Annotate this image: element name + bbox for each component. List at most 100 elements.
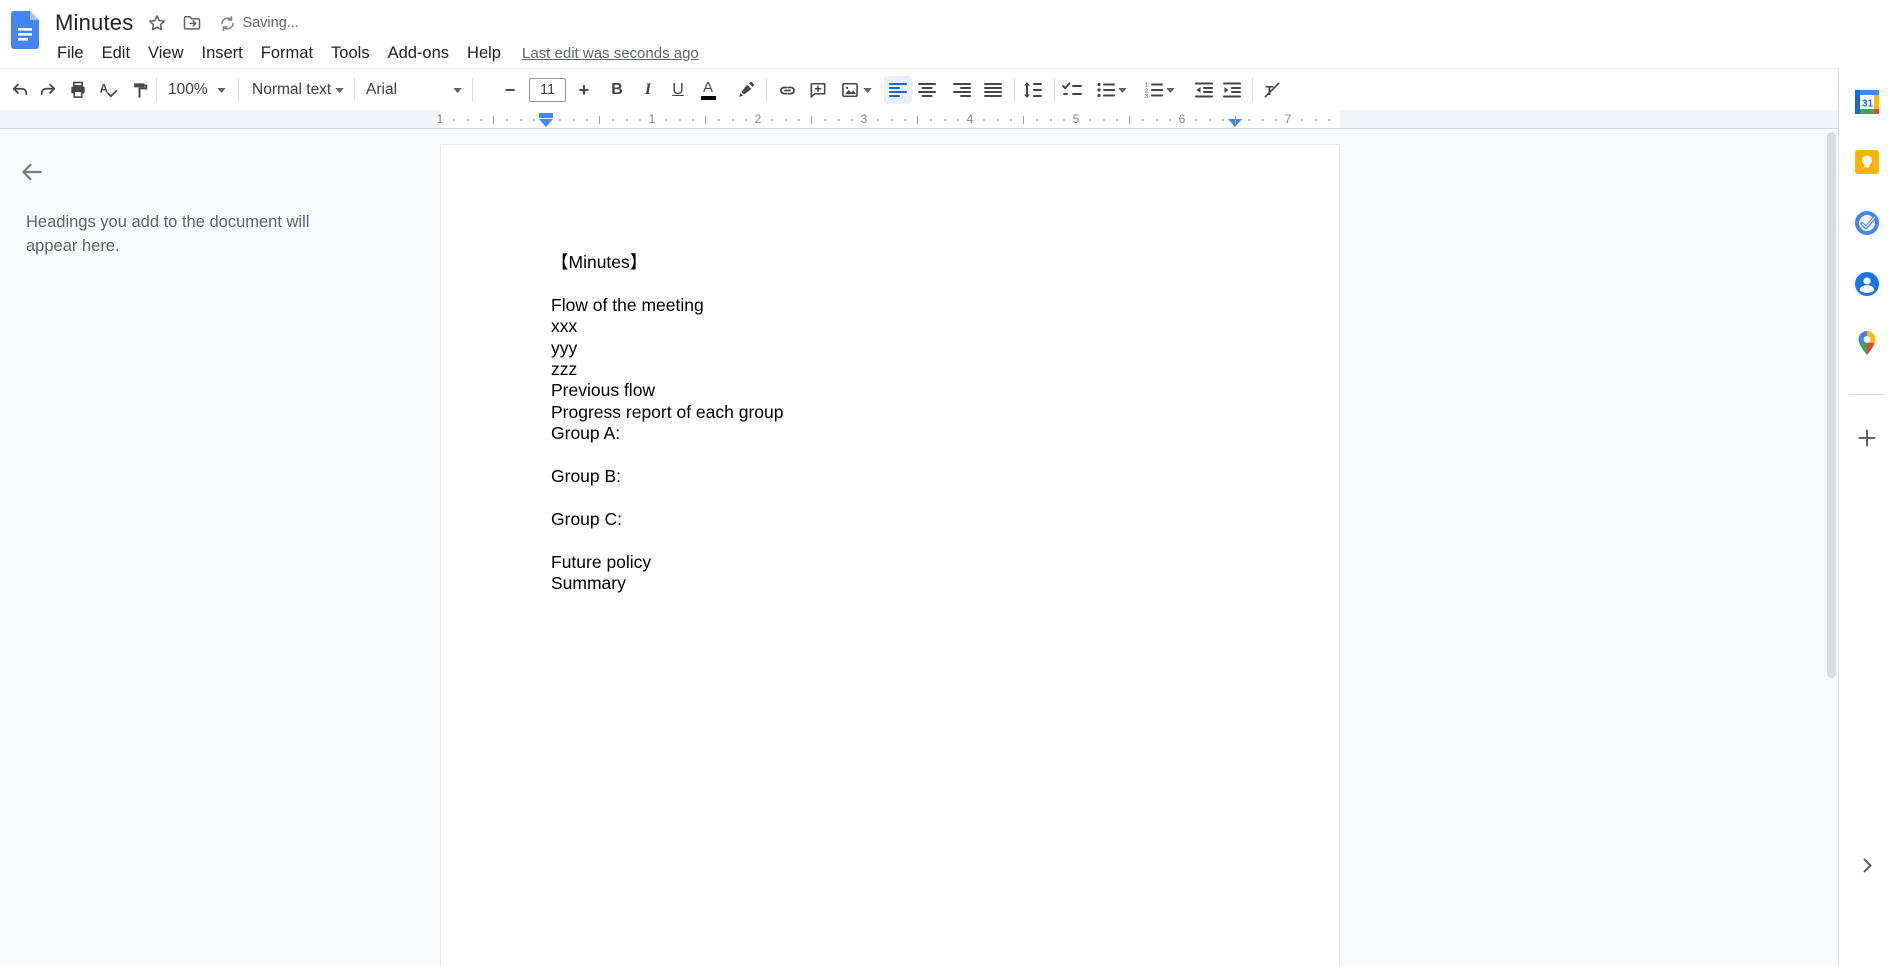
separator (1014, 78, 1015, 102)
ruler-tick (903, 119, 906, 121)
decrease-indent-button[interactable] (1190, 76, 1218, 104)
close-outline-button[interactable] (16, 156, 48, 188)
paint-format-button[interactable] (126, 76, 154, 104)
ruler-number: 5 (1072, 112, 1080, 126)
doc-line: Previous flow (551, 380, 656, 401)
doc-line: Progress report of each group (551, 401, 784, 422)
bulleted-list-button[interactable] (1092, 76, 1132, 104)
google-calendar-icon[interactable]: 31 (1854, 89, 1880, 115)
text-color-button[interactable]: A (694, 76, 722, 104)
ruler-tick (625, 119, 628, 121)
doc-line: Future policy (551, 551, 652, 572)
ruler-number: 4 (966, 112, 974, 126)
ruler-tick (811, 116, 812, 124)
menu-tools[interactable]: Tools (322, 41, 379, 66)
ruler-tick (493, 116, 494, 124)
document-title[interactable]: Minutes (55, 10, 133, 36)
font-size-input[interactable]: 11 (529, 78, 566, 102)
ruler-tick (1129, 116, 1130, 124)
bold-button[interactable]: B (603, 76, 631, 104)
ruler-tick (479, 119, 482, 121)
ruler-tick (519, 119, 522, 121)
doc-line: yyy (551, 337, 578, 358)
doc-line: xxx (551, 316, 578, 337)
ruler-tick (1155, 119, 1158, 121)
paragraph-style-select[interactable]: Normal text (246, 76, 350, 104)
ruler-tick (943, 119, 946, 121)
move-folder-icon[interactable] (181, 12, 203, 34)
menu-edit[interactable]: Edit (93, 41, 139, 66)
ruler-tick (1221, 119, 1224, 121)
menu-view[interactable]: View (139, 41, 192, 66)
document-scrollbar[interactable] (1827, 132, 1836, 678)
first-line-indent-marker[interactable] (539, 113, 553, 118)
last-edit-link[interactable]: Last edit was seconds ago (522, 45, 699, 62)
get-addons-button[interactable] (1854, 425, 1880, 451)
add-comment-button[interactable] (804, 76, 832, 104)
title-row: Minutes Saving... (55, 6, 299, 40)
google-maps-icon[interactable] (1854, 330, 1880, 356)
chevron-down-icon (863, 87, 872, 93)
doc-line (551, 487, 784, 508)
doc-line (551, 530, 784, 551)
clear-formatting-button[interactable]: T (1258, 76, 1286, 104)
font-family-select[interactable]: Arial (360, 76, 468, 104)
hide-side-panel-button[interactable] (1856, 854, 1878, 876)
document-page[interactable]: 【Minutes】 Flow of the meeting xxx yyy zzz Pr… (440, 144, 1340, 966)
chevron-right-icon (1863, 858, 1871, 872)
ruler-tick (1261, 119, 1264, 121)
increase-font-size-button[interactable]: + (570, 76, 598, 104)
zoom-select[interactable]: 100% (162, 76, 232, 104)
italic-button[interactable]: I (634, 76, 662, 104)
align-center-button[interactable] (913, 76, 941, 104)
ruler[interactable]: 1 1 2 3 4 5 6 7 (0, 110, 1838, 129)
left-indent-marker[interactable] (539, 113, 553, 127)
underline-button[interactable]: U (664, 76, 692, 104)
doc-line: Group C: (551, 508, 622, 529)
ruler-tick (705, 116, 706, 124)
insert-image-button[interactable] (834, 76, 878, 104)
separator (1252, 78, 1253, 102)
google-tasks-icon[interactable] (1854, 210, 1880, 236)
undo-button[interactable] (6, 76, 34, 104)
menu-add-ons[interactable]: Add-ons (379, 41, 458, 66)
menu-insert[interactable]: Insert (193, 41, 252, 66)
justify-button[interactable] (979, 76, 1007, 104)
google-contacts-icon[interactable] (1854, 271, 1880, 297)
chevron-down-icon (335, 87, 344, 93)
doc-line: Flow of the meeting (551, 294, 704, 315)
save-status: Saving... (242, 15, 299, 31)
print-button[interactable] (64, 76, 92, 104)
align-left-button[interactable] (884, 76, 912, 104)
menu-format[interactable]: Format (252, 41, 322, 66)
ruler-number: 6 (1178, 112, 1186, 126)
insert-link-button[interactable] (773, 76, 801, 104)
ruler-tick (784, 119, 787, 121)
outline-placeholder: Headings you add to the document will ap… (26, 213, 310, 255)
redo-button[interactable] (34, 76, 62, 104)
checklist-button[interactable] (1058, 76, 1086, 104)
highlight-color-button[interactable] (731, 76, 759, 104)
chevron-down-icon (1166, 87, 1175, 93)
decrease-font-size-button[interactable]: − (496, 76, 524, 104)
ruler-tick (638, 119, 641, 121)
docs-logo-icon[interactable] (11, 11, 39, 49)
ruler-tick (1314, 119, 1317, 121)
separator (766, 78, 767, 102)
spell-check-button[interactable]: A (94, 76, 122, 104)
line-spacing-button[interactable] (1018, 76, 1046, 104)
align-right-button[interactable] (948, 76, 976, 104)
menu-file[interactable]: File (48, 41, 93, 66)
google-keep-icon[interactable] (1854, 149, 1880, 175)
ruler-tick (1327, 119, 1330, 121)
menu-help[interactable]: Help (458, 41, 510, 66)
doc-line: zzz (551, 359, 578, 380)
increase-indent-button[interactable] (1218, 76, 1246, 104)
numbered-list-button[interactable]: 1 2 3 (1140, 76, 1180, 104)
separator (472, 78, 473, 102)
separator (354, 78, 355, 102)
separator (156, 78, 157, 102)
svg-text:3: 3 (1145, 94, 1148, 98)
doc-line (551, 273, 784, 294)
star-icon[interactable] (146, 12, 168, 34)
